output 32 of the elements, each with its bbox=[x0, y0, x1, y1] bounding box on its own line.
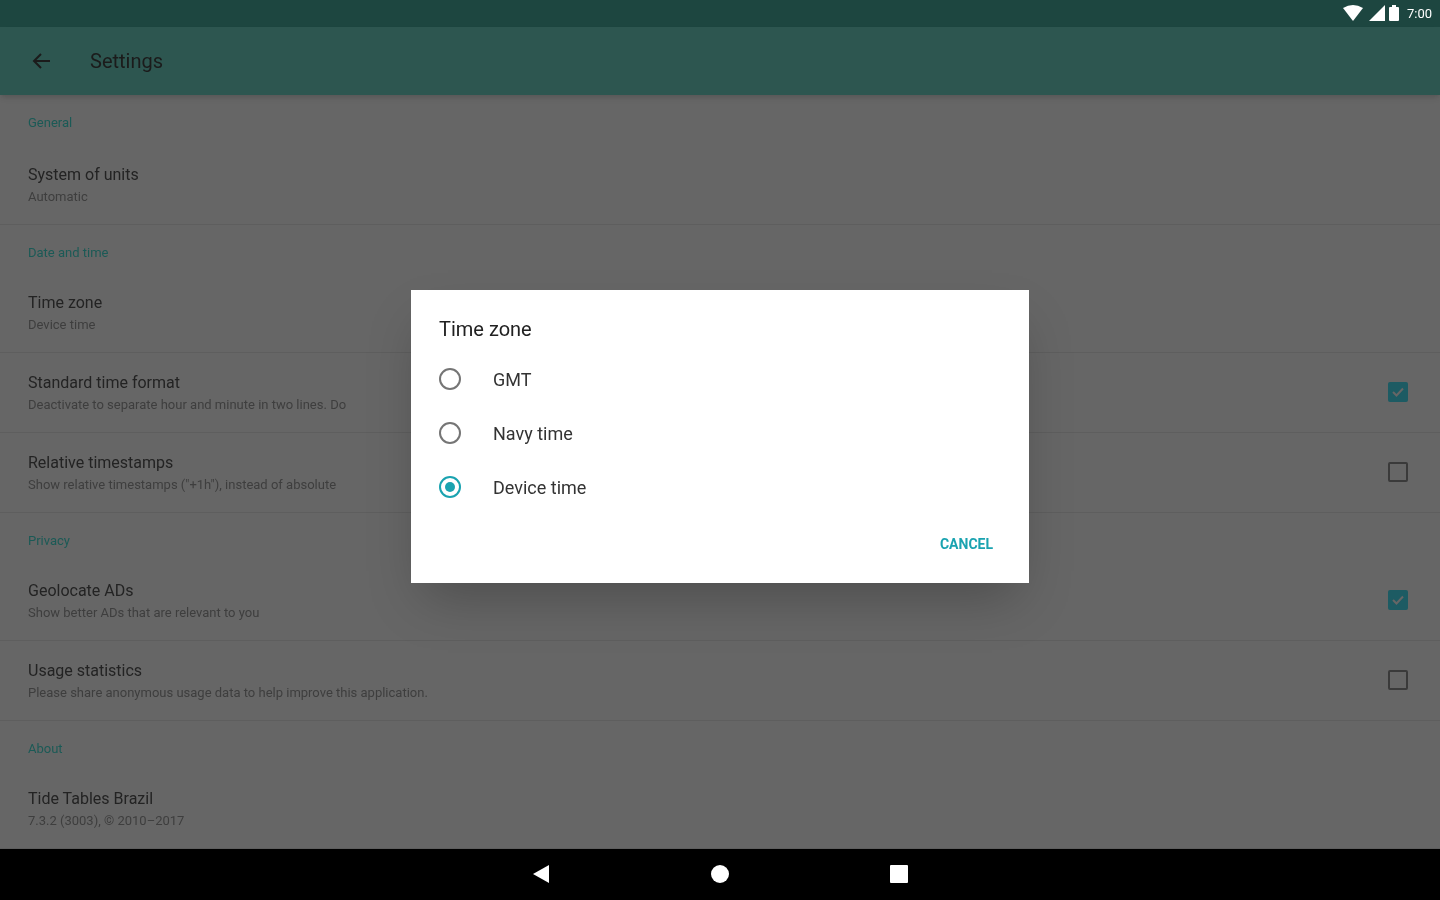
setting-title: Tide Tables Brazil bbox=[28, 787, 155, 810]
section-header: About bbox=[28, 740, 63, 759]
section-header: Privacy bbox=[28, 532, 70, 551]
setting-title: Time zone bbox=[28, 291, 103, 314]
checkbox[interactable] bbox=[1388, 670, 1408, 691]
radio-button[interactable] bbox=[439, 476, 461, 498]
setting-title: Relative timestamps bbox=[28, 451, 175, 474]
battery-icon bbox=[1388, 5, 1399, 22]
option-label[interactable]: GMT bbox=[493, 365, 532, 393]
home-icon[interactable] bbox=[710, 864, 730, 885]
back-icon[interactable] bbox=[532, 864, 550, 885]
setting-title: Usage statistics bbox=[28, 659, 144, 682]
checkmark-icon bbox=[1391, 593, 1405, 608]
dialog-title: Time zone bbox=[439, 316, 533, 343]
recents-icon[interactable] bbox=[890, 865, 908, 884]
option-label[interactable]: Device time bbox=[493, 473, 587, 501]
back-arrow-icon bbox=[32, 50, 52, 71]
radio-button[interactable] bbox=[439, 368, 461, 390]
section-header: Date and time bbox=[28, 244, 109, 263]
setting-title: Geolocate ADs bbox=[28, 579, 135, 602]
checkbox[interactable] bbox=[1388, 382, 1408, 403]
clock: 7:00 bbox=[1406, 4, 1432, 23]
option-label[interactable]: Navy time bbox=[493, 419, 573, 447]
checkbox[interactable] bbox=[1388, 462, 1408, 483]
section-header: General bbox=[28, 114, 73, 133]
setting-title: Standard time format bbox=[28, 371, 181, 394]
wifi-icon bbox=[1342, 5, 1363, 22]
app-bar-title: Settings bbox=[90, 47, 164, 75]
radio-button[interactable] bbox=[439, 422, 461, 444]
checkmark-icon bbox=[1391, 385, 1405, 400]
checkbox[interactable] bbox=[1388, 590, 1408, 611]
setting-title: System of units bbox=[28, 163, 139, 186]
